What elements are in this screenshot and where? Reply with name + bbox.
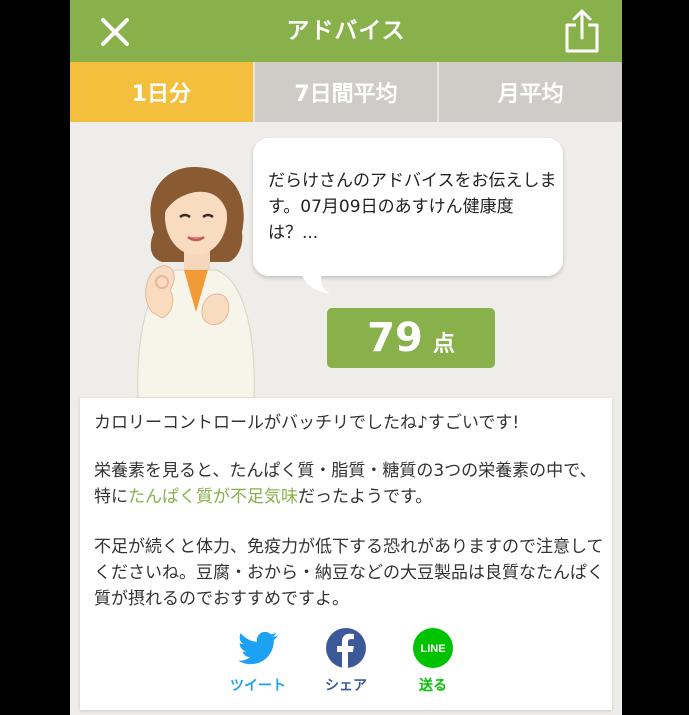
close-button[interactable] [100, 17, 130, 47]
page-title: アドバイス [286, 18, 406, 44]
tab-monthly-average[interactable]: 月平均 [437, 62, 622, 122]
facebook-share-label: シェア [325, 678, 367, 694]
share-icon [565, 9, 599, 53]
advice-paragraph-nutrients: 栄養素を見ると、たんぱく質・脂質・糖質の3つの栄養素の中で、特にたんぱく質が不足… [94, 458, 604, 510]
facebook-icon [326, 628, 366, 668]
advice-card: カロリーコントロールがバッチリでしたね♪すごいです! 栄養素を見ると、たんぱく質… [80, 398, 612, 710]
tweet-label: ツイート [230, 678, 286, 694]
nutrient-text-end: だったようです。 [298, 487, 433, 507]
nutrient-deficiency-highlight: たんぱく質が不足気味 [128, 487, 298, 507]
tweet-button[interactable]: ツイート [218, 628, 298, 695]
close-icon [101, 18, 129, 46]
advisor-avatar [132, 162, 260, 399]
twitter-icon [238, 631, 278, 665]
advice-paragraph-recommendation: 不足が続くと体力、免疫力が低下する恐れがありますので注意してくださいね。豆腐・お… [94, 537, 604, 609]
speech-bubble-tail [300, 270, 330, 294]
speech-bubble: だらけさんのアドバイスをお伝えします。07月09日のあすけん健康度は？... [253, 138, 563, 276]
tab-7day-average[interactable]: 7日間平均 [252, 62, 438, 122]
share-button[interactable] [564, 8, 600, 54]
score-value: 79 [367, 315, 423, 361]
header-bar: アドバイス [70, 0, 622, 62]
line-send-button[interactable]: LINE 送る [393, 628, 473, 695]
score-unit: 点 [432, 332, 455, 357]
health-score-badge: 79 点 [327, 308, 495, 368]
advice-screen: アドバイス 1日分 7日間平均 月平均 だらけさんのアドバイスをお伝えします。0… [70, 0, 622, 715]
line-send-label: 送る [419, 678, 447, 694]
bubble-message: だらけさんのアドバイスをお伝えします。07月09日のあすけん健康度は？... [268, 171, 557, 243]
line-icon: LINE [413, 628, 453, 668]
line-icon-text: LINE [420, 643, 445, 655]
tab-daily[interactable]: 1日分 [70, 62, 253, 122]
advice-paragraph-calorie: カロリーコントロールがバッチリでしたね♪すごいです! [94, 413, 520, 433]
period-tabs: 1日分 7日間平均 月平均 [70, 62, 622, 122]
facebook-share-button[interactable]: シェア [306, 628, 386, 695]
